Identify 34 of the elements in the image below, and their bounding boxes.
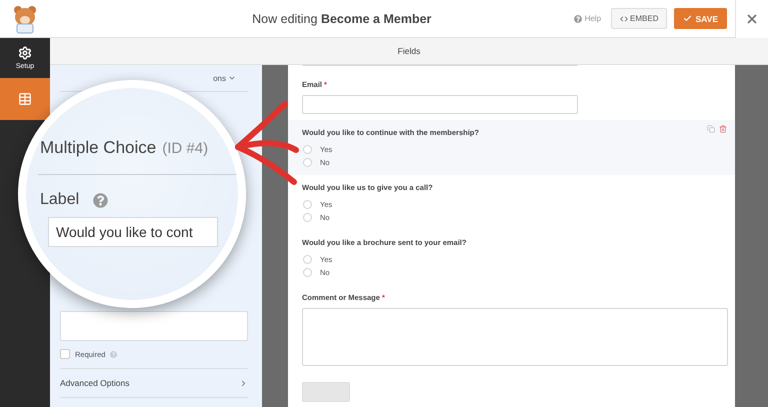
field-id: (ID #4) bbox=[162, 140, 208, 157]
section-title: Fields bbox=[50, 38, 768, 65]
help-icon bbox=[110, 350, 118, 358]
radio-button[interactable] bbox=[303, 158, 312, 167]
table-icon bbox=[18, 92, 32, 106]
help-icon bbox=[93, 192, 108, 208]
close-icon bbox=[745, 12, 759, 26]
radio-button[interactable] bbox=[303, 213, 312, 222]
required-checkbox[interactable] bbox=[60, 349, 70, 359]
radio-button[interactable] bbox=[303, 145, 312, 154]
submit-button[interactable] bbox=[302, 382, 350, 402]
section-toggle[interactable]: Advanced Options bbox=[60, 378, 130, 388]
chevron-icon bbox=[239, 378, 248, 388]
trash-icon[interactable] bbox=[719, 125, 727, 133]
radio-button[interactable] bbox=[303, 255, 312, 264]
label-input[interactable]: Would you like to cont bbox=[48, 217, 218, 247]
radio-button[interactable] bbox=[303, 200, 312, 209]
label-heading: Label bbox=[40, 191, 80, 209]
text-area[interactable] bbox=[60, 311, 248, 341]
input-field[interactable] bbox=[302, 95, 578, 114]
radio-button[interactable] bbox=[303, 268, 312, 277]
message-field[interactable] bbox=[302, 308, 728, 366]
chevron-icon bbox=[228, 74, 236, 82]
page-title: Now editing Become a Member bbox=[251, 12, 432, 26]
check-icon bbox=[683, 14, 692, 23]
close-button[interactable] bbox=[735, 0, 768, 38]
help-icon bbox=[574, 14, 582, 22]
embed-button[interactable]: EMBED bbox=[611, 8, 668, 29]
gear-icon bbox=[18, 46, 32, 60]
field-type-title: Multiple Choice bbox=[40, 138, 156, 158]
options-tab[interactable]: ons bbox=[213, 74, 236, 82]
copy-icon[interactable] bbox=[707, 125, 715, 133]
code-icon bbox=[620, 14, 628, 22]
sidebar-item[interactable] bbox=[0, 78, 50, 120]
